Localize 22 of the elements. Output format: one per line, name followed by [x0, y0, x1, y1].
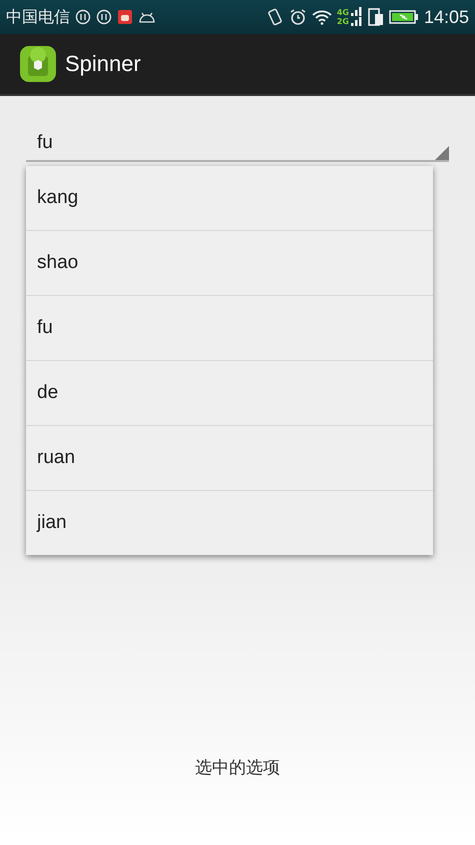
sim-card-icon [368, 8, 384, 26]
app-notification-icon [117, 9, 133, 25]
carrier-name: 中国电信 [6, 6, 70, 28]
battery-icon [388, 9, 419, 25]
network-type-label: 4G [336, 8, 349, 17]
dropdown-item[interactable]: kang [26, 166, 433, 230]
app-title: Spinner [65, 51, 141, 77]
alarm-icon [288, 8, 307, 26]
dropdown-item[interactable]: ruan [26, 425, 433, 490]
android-icon [138, 10, 156, 24]
dropdown-item[interactable]: shao [26, 230, 433, 295]
spinner-dropdown[interactable]: fu [26, 126, 449, 162]
dropdown-item[interactable]: jian [26, 490, 433, 555]
dropdown-item[interactable]: de [26, 360, 433, 425]
app-icon [19, 45, 57, 83]
clock-time: 14:05 [424, 6, 469, 28]
signal-icon [350, 7, 363, 27]
dropdown-item[interactable]: fu [26, 295, 433, 360]
wifi-icon [312, 9, 332, 25]
network-type-label: 2G [336, 17, 349, 26]
selected-option-text: 选中的选项 [194, 757, 281, 779]
dropdown-corner-icon [435, 146, 449, 160]
